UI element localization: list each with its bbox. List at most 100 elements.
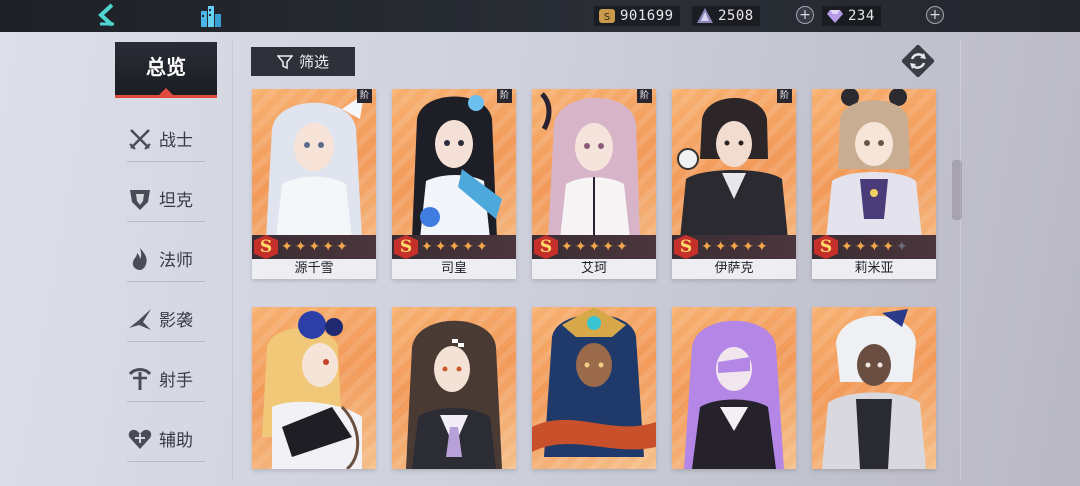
rank-tag: 阶 — [776, 89, 792, 103]
character-card[interactable]: 阶 S ✦ ✦ ✦ ✦ ✦ 伊萨克 — [672, 89, 796, 279]
character-portrait — [684, 320, 784, 469]
category-nav: 总览 战士 坦克 法师 影袭 射手 辅助 — [115, 36, 217, 486]
rank-bar: S ✦ ✦ ✦ ✦ ✦ — [532, 235, 656, 259]
star-icon: ✦ — [701, 239, 713, 255]
star-icon: ✦ — [742, 239, 754, 255]
character-card[interactable] — [252, 307, 376, 469]
character-name: 司皇 — [392, 259, 516, 279]
character-card[interactable]: 阶 S ✦ ✦ ✦ ✦ ✦ 司皇 — [392, 89, 516, 279]
character-grid: 阶 S ✦ ✦ ✦ ✦ ✦ 源千雪 阶 S ✦ ✦ ✦ ✦ ✦ 司皇 阶 S ✦… — [252, 89, 936, 486]
rank-bar: S ✦ ✦ ✦ ✦ ✦ — [252, 235, 376, 259]
character-card[interactable] — [672, 307, 796, 469]
flame-icon — [132, 247, 147, 270]
star-icon: ✦ — [728, 239, 741, 255]
character-card[interactable]: 阶 S ✦ ✦ ✦ ✦ ✦ 源千雪 — [252, 89, 376, 279]
star-icon: ✦ — [308, 239, 321, 255]
star-rating: ✦ ✦ ✦ ✦ ✦ — [561, 240, 628, 254]
tab-warrior-label: 战士 — [159, 131, 193, 151]
tab-marksman-label: 射手 — [159, 371, 193, 391]
tier-badge: S — [814, 235, 838, 259]
rank-tag: 阶 — [496, 89, 512, 103]
character-portrait — [266, 94, 364, 239]
character-portrait — [532, 307, 656, 457]
character-portrait — [540, 92, 640, 239]
add-gem-button[interactable]: + — [926, 6, 944, 24]
crystal-icon — [697, 8, 713, 23]
shield-icon — [130, 189, 150, 210]
star-icon: ✦ — [588, 239, 601, 255]
star-icon: ✦ — [882, 239, 894, 255]
city-icon — [201, 6, 221, 27]
top-bar: S 901699 2508 + 234 + — [0, 0, 1080, 32]
character-card[interactable]: S ✦ ✦ ✦ ✦ ✦ 莉米亚 — [812, 89, 936, 279]
tier-badge: S — [394, 235, 418, 259]
gold-resource: S 901699 — [594, 5, 680, 27]
tab-warrior[interactable]: 战士 — [127, 116, 205, 162]
rank-bar: S ✦ ✦ ✦ ✦ ✦ — [392, 235, 516, 259]
rank-tag: 阶 — [636, 89, 652, 103]
refresh-icon — [901, 44, 935, 78]
crystal-resource: 2508 — [692, 5, 760, 27]
star-rating: ✦ ✦ ✦ ✦ ✦ — [281, 240, 348, 254]
filter-label: 筛选 — [298, 53, 329, 71]
shadow-blade-icon — [129, 308, 151, 330]
star-empty-icon: ✦ — [895, 239, 908, 255]
star-icon: ✦ — [434, 239, 447, 255]
tab-assassin[interactable]: 影袭 — [127, 296, 205, 342]
divider — [960, 40, 961, 480]
scrollbar-thumb[interactable] — [952, 160, 962, 220]
character-card[interactable] — [392, 307, 516, 469]
star-icon: ✦ — [714, 239, 727, 255]
tab-assassin-label: 影袭 — [159, 311, 193, 331]
crossed-swords-icon — [129, 128, 151, 150]
svg-text:S: S — [604, 12, 610, 23]
gold-value: 901699 — [620, 8, 674, 24]
tier-badge: S — [254, 235, 278, 259]
star-rating: ✦ ✦ ✦ ✦ ✦ — [421, 240, 488, 254]
character-card[interactable]: 阶 S ✦ ✦ ✦ ✦ ✦ 艾珂 — [532, 89, 656, 279]
tab-overview-label: 总览 — [146, 55, 186, 79]
filter-button[interactable]: 筛选 — [251, 47, 355, 76]
tab-tank[interactable]: 坦克 — [127, 176, 205, 222]
character-portrait — [677, 98, 788, 239]
back-button[interactable] — [90, 2, 122, 28]
tab-mage[interactable]: 法师 — [127, 236, 205, 282]
character-name: 莉米亚 — [812, 259, 936, 279]
star-rating: ✦ ✦ ✦ ✦ ✦ — [701, 240, 768, 254]
character-card[interactable] — [532, 307, 656, 469]
star-icon: ✦ — [574, 239, 587, 255]
home-button[interactable] — [198, 3, 224, 29]
star-icon: ✦ — [322, 239, 334, 255]
star-icon: ✦ — [755, 239, 768, 255]
rank-bar: S ✦ ✦ ✦ ✦ ✦ — [672, 235, 796, 259]
star-icon: ✦ — [448, 239, 461, 255]
rank-bar: S ✦ ✦ ✦ ✦ ✦ — [812, 235, 936, 259]
crystal-value: 2508 — [718, 8, 754, 24]
add-crystal-button[interactable]: + — [796, 6, 814, 24]
star-icon: ✦ — [462, 239, 474, 255]
tab-marksman[interactable]: 射手 — [127, 356, 205, 402]
character-portrait — [406, 320, 502, 469]
character-portrait — [822, 309, 926, 469]
character-name: 源千雪 — [252, 259, 376, 279]
rank-tag: 阶 — [356, 89, 372, 103]
star-icon: ✦ — [602, 239, 614, 255]
tier-badge: S — [674, 235, 698, 259]
star-icon: ✦ — [294, 239, 307, 255]
tab-mage-label: 法师 — [159, 251, 193, 271]
heart-icon — [128, 429, 152, 449]
star-icon: ✦ — [335, 239, 348, 255]
refresh-button[interactable] — [901, 44, 935, 78]
star-icon: ✦ — [615, 239, 628, 255]
tab-overview[interactable]: 总览 — [115, 42, 217, 98]
character-name: 伊萨克 — [672, 259, 796, 279]
tier-badge: S — [534, 235, 558, 259]
coin-icon: S — [599, 9, 615, 23]
gem-resource: 234 — [822, 5, 881, 27]
character-card[interactable] — [812, 307, 936, 469]
chevron-left-icon — [98, 3, 114, 27]
star-icon: ✦ — [854, 239, 867, 255]
character-name: 艾珂 — [532, 259, 656, 279]
tab-support[interactable]: 辅助 — [127, 416, 205, 462]
star-icon: ✦ — [561, 239, 573, 255]
